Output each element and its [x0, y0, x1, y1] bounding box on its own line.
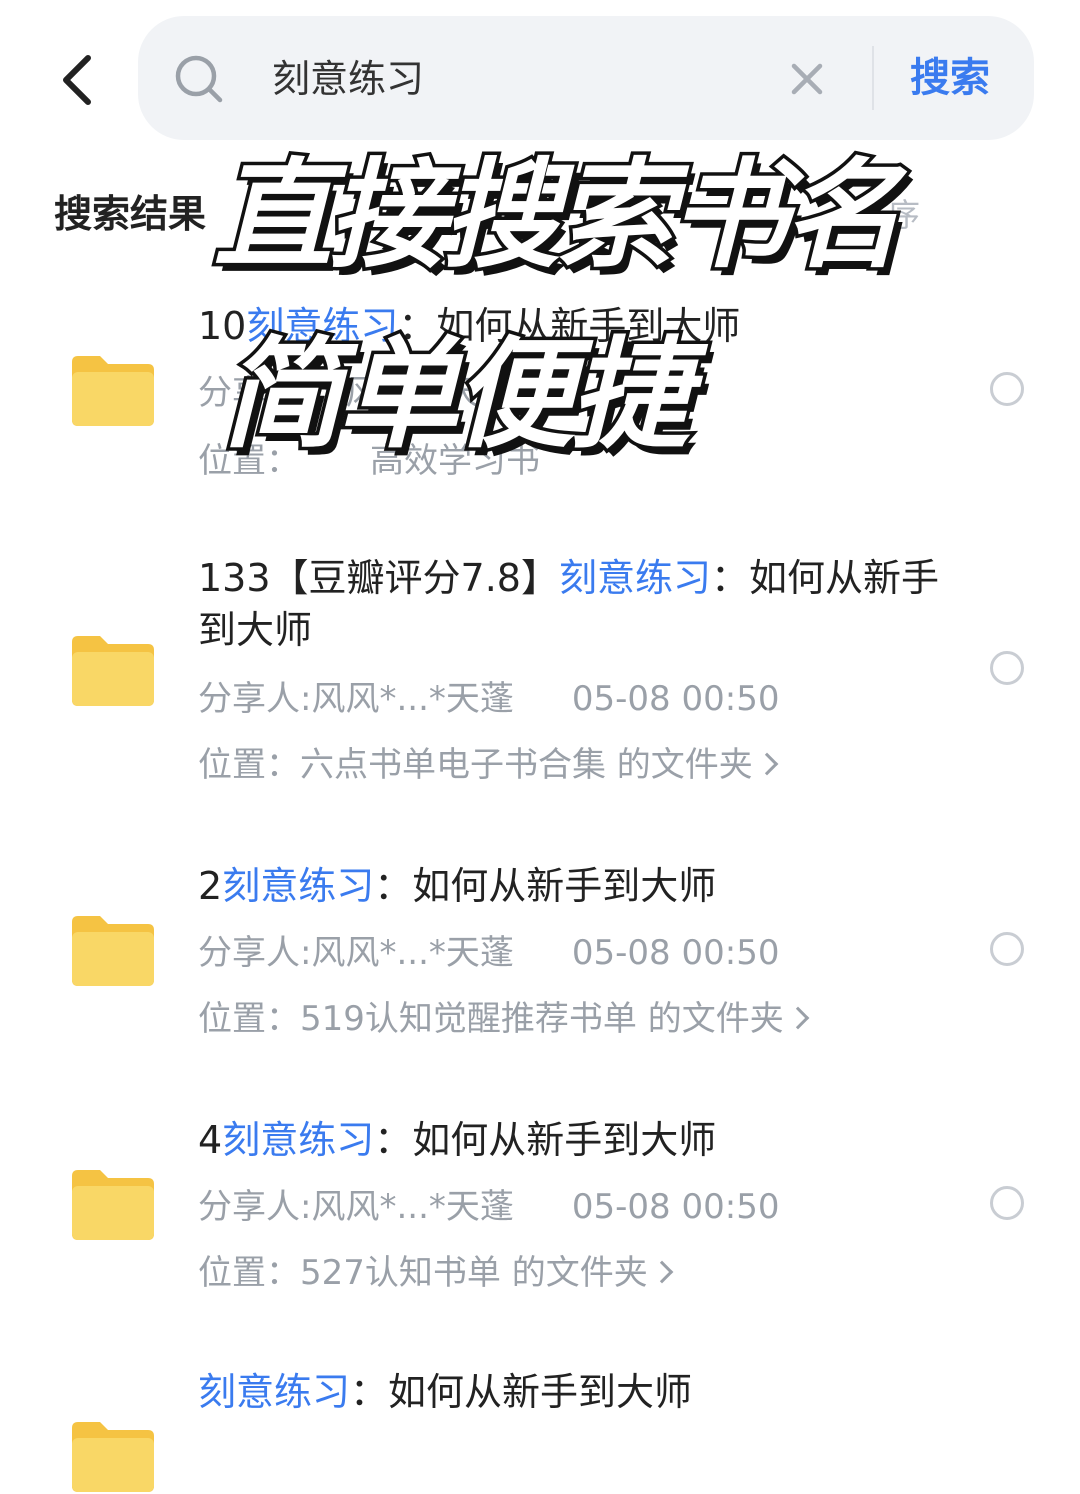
back-arrow-icon[interactable]: [58, 52, 98, 108]
select-radio[interactable]: [990, 651, 1024, 685]
folder-icon: [72, 636, 154, 706]
overlay-caption-line1: 直接搜索书名: [210, 146, 905, 284]
chevron-right-icon: [755, 752, 779, 776]
results-label: 搜索结果: [54, 192, 207, 236]
search-input[interactable]: 刻意练习: [272, 52, 424, 106]
folder-icon: [72, 916, 154, 986]
result-meta: 分享人:风风*...*天蓬 05-08 00:50: [198, 679, 780, 719]
search-button[interactable]: 搜索: [910, 50, 990, 106]
clear-icon[interactable]: [788, 60, 826, 98]
chevron-right-icon: [650, 1260, 674, 1284]
result-meta: 分享人:风风*...*天蓬 05-08 00:50: [198, 933, 780, 973]
overlay-caption-line2: 简单便捷: [219, 326, 694, 465]
select-radio[interactable]: [990, 932, 1024, 966]
result-title[interactable]: 133【豆瓣评分7.8】刻意练习：如何从新手到大师: [198, 552, 958, 656]
folder-icon: [72, 1422, 154, 1492]
select-radio[interactable]: [990, 1186, 1024, 1220]
result-location[interactable]: 位置：六点书单电子书合集 的文件夹: [198, 740, 779, 790]
result-location[interactable]: 位置：519认知觉醒推荐书单 的文件夹: [198, 994, 810, 1044]
search-icon: [175, 55, 223, 103]
result-title[interactable]: 刻意练习：如何从新手到大师: [198, 1366, 692, 1418]
select-radio[interactable]: [990, 372, 1024, 406]
result-title[interactable]: 4刻意练习：如何从新手到大师: [198, 1114, 716, 1166]
folder-icon: [72, 1170, 154, 1240]
chevron-right-icon: [786, 1006, 810, 1030]
result-location[interactable]: 位置：527认知书单 的文件夹: [198, 1248, 674, 1298]
result-meta: 分享人:风风*...*天蓬 05-08 00:50: [198, 1187, 780, 1227]
folder-icon: [72, 356, 154, 426]
search-divider: [872, 46, 874, 110]
result-title[interactable]: 2刻意练习：如何从新手到大师: [198, 860, 716, 912]
